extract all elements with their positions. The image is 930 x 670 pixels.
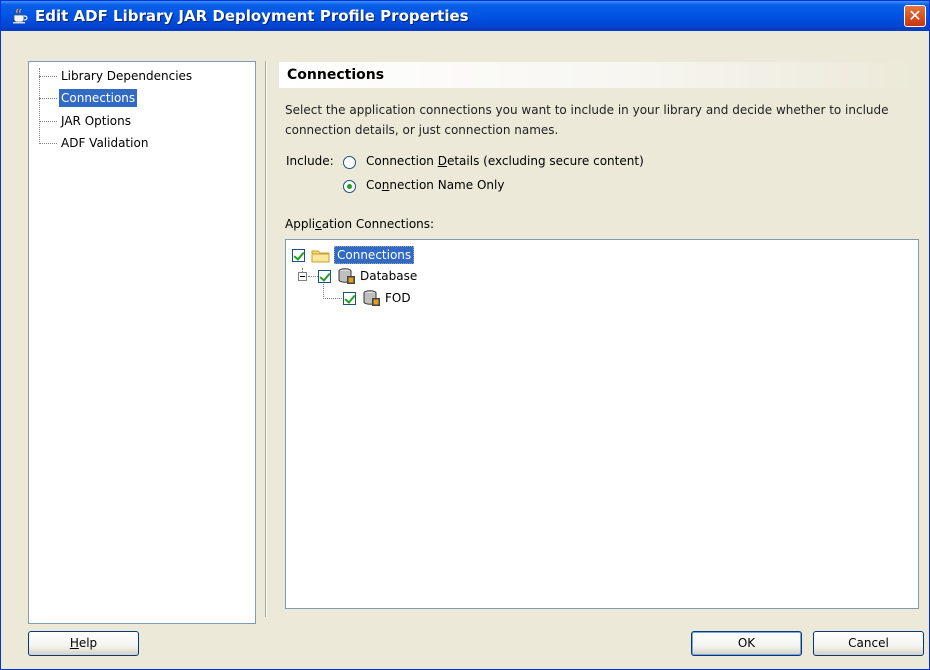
connection-name-only-label[interactable]: Connection Name Only: [366, 178, 504, 192]
tree-connector-line: [39, 121, 57, 122]
tree-node-fod[interactable]: FOD: [383, 290, 413, 308]
nav-item-connections[interactable]: Connections: [59, 89, 138, 107]
nav-item-library-dependencies[interactable]: Library Dependencies: [59, 67, 194, 85]
application-connections-tree[interactable]: Connections Database FOD: [285, 239, 919, 609]
cancel-button[interactable]: Cancel: [813, 631, 924, 656]
database-connection-icon: [363, 290, 380, 306]
close-button[interactable]: ✕: [904, 5, 926, 27]
folder-icon: [311, 250, 330, 263]
close-icon: ✕: [908, 6, 922, 25]
database-checkbox[interactable]: [318, 270, 331, 283]
tree-connector-line: [323, 298, 342, 299]
database-icon: [338, 268, 355, 284]
fod-checkbox[interactable]: [343, 292, 356, 305]
ok-button[interactable]: OK: [691, 631, 802, 656]
tree-connector-line: [39, 68, 40, 144]
title-bar[interactable]: Edit ADF Library JAR Deployment Profile …: [1, 1, 929, 31]
application-connections-label: Application Connections:: [285, 217, 435, 231]
coffee-cup-icon: [13, 8, 28, 24]
tree-connector-line: [39, 143, 57, 144]
tree-connector-line: [323, 284, 324, 299]
dialog-window: Edit ADF Library JAR Deployment Profile …: [0, 0, 930, 670]
panel-splitter[interactable]: [265, 61, 267, 617]
nav-item-jar-options[interactable]: JAR Options: [59, 112, 133, 130]
window-title: Edit ADF Library JAR Deployment Profile …: [35, 7, 469, 25]
section-description: Select the application connections you w…: [285, 103, 889, 137]
include-label: Include:: [286, 154, 334, 168]
tree-node-database[interactable]: Database: [358, 268, 419, 286]
help-button[interactable]: Help: [28, 631, 139, 656]
tree-connector-line: [308, 276, 318, 277]
navigation-tree: Library Dependencies Connections JAR Opt…: [28, 61, 256, 624]
nav-item-adf-validation[interactable]: ADF Validation: [59, 134, 150, 152]
connection-details-label[interactable]: Connection Details (excluding secure con…: [366, 154, 644, 168]
connection-name-only-radio[interactable]: [343, 180, 356, 193]
tree-node-connections[interactable]: Connections: [334, 246, 415, 264]
tree-connector-line: [39, 76, 57, 77]
section-title: Connections: [279, 62, 919, 88]
connections-checkbox[interactable]: [292, 249, 305, 262]
connection-details-radio[interactable]: [343, 156, 356, 169]
collapse-icon[interactable]: [298, 272, 307, 281]
tree-connector-line: [39, 98, 57, 99]
